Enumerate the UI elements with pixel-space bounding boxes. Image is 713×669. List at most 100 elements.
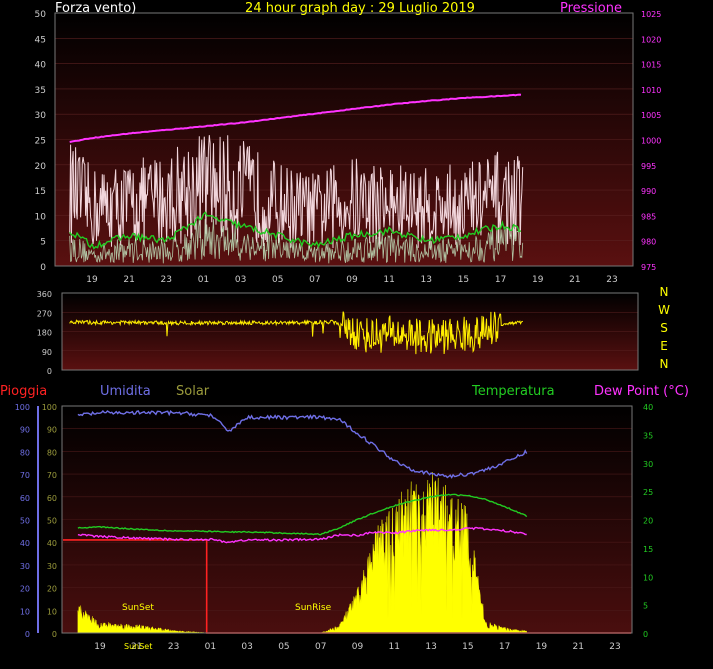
panel3-x-tick: 13 bbox=[425, 642, 436, 652]
panel1-right-tick: 1005 bbox=[641, 111, 661, 120]
panel1-left-tick: 40 bbox=[35, 61, 47, 71]
panel3-rain-tick: 90 bbox=[20, 426, 30, 435]
panel3-percent-tick: 40 bbox=[47, 539, 57, 548]
panel1-x-tick: 17 bbox=[495, 275, 506, 285]
panel1-right-tick: 1025 bbox=[641, 10, 661, 19]
panel1-x-tick: 15 bbox=[458, 275, 469, 285]
panel2-left-tick: 360 bbox=[37, 290, 52, 299]
panel1-right-tick: 995 bbox=[641, 162, 656, 171]
panel2-left-tick: 0 bbox=[47, 367, 52, 376]
panel3-temperature-tick: 30 bbox=[643, 460, 653, 469]
panel3-x-axis: 19 21 23 01 03 05 07 09 11 13 15 17 19 21 23 bbox=[94, 642, 620, 652]
panel1-right-tick: 990 bbox=[641, 187, 656, 196]
panel1-right-tick: 985 bbox=[641, 212, 656, 221]
panel2-left-axis: 0 90 180 270 360 bbox=[37, 290, 52, 376]
panel3-temperature-tick: 40 bbox=[643, 403, 653, 412]
panel3-percent-tick: 90 bbox=[47, 426, 57, 435]
panel3-percent-tick: 30 bbox=[47, 562, 57, 571]
panel3-rain-tick: 0 bbox=[25, 630, 30, 639]
panel1-left-tick: 35 bbox=[35, 86, 46, 96]
panel2-left-tick: 90 bbox=[42, 348, 52, 357]
panel3-percent-tick: 70 bbox=[47, 471, 57, 480]
panel3-percent-tick: 10 bbox=[47, 607, 57, 616]
panel3-x-tick: 23 bbox=[609, 642, 620, 652]
compass-letter: W bbox=[658, 303, 670, 317]
panel3-x-tick: 09 bbox=[352, 642, 364, 652]
panel1-left-tick: 15 bbox=[35, 187, 46, 197]
panel1-x-tick: 19 bbox=[532, 275, 544, 285]
compass-letter: E bbox=[660, 339, 668, 353]
sunset-axis-label: SunSet bbox=[124, 642, 152, 651]
panel3-rain-axis: 0 10 20 30 40 50 60 70 80 90 100 bbox=[15, 403, 30, 639]
sunset-label: SunSet bbox=[122, 603, 154, 613]
panel3-x-tick: 03 bbox=[241, 642, 252, 652]
compass-letter: N bbox=[660, 357, 669, 371]
panel1-right-tick: 980 bbox=[641, 238, 656, 247]
panel3-temperature-tick: 10 bbox=[643, 573, 653, 582]
panel1-left-tick: 20 bbox=[35, 162, 47, 172]
panel3-percent-axis: 0 10 20 30 40 50 60 70 80 90 100 bbox=[42, 403, 57, 639]
panel1-left-tick: 50 bbox=[35, 10, 47, 20]
panel1-left-tick: 0 bbox=[40, 263, 46, 273]
panel3-percent-tick: 60 bbox=[47, 494, 57, 503]
compass-letter: N bbox=[660, 285, 669, 299]
panel3-x-tick: 23 bbox=[168, 642, 179, 652]
panel1-x-tick: 23 bbox=[606, 275, 617, 285]
panel3-temperature-tick: 15 bbox=[643, 545, 653, 554]
panel3-rain-tick: 60 bbox=[20, 494, 30, 503]
panel1-left-tick: 45 bbox=[35, 35, 46, 45]
panel1-left-tick: 25 bbox=[35, 137, 46, 147]
panel1-x-tick: 01 bbox=[198, 275, 209, 285]
panel1-left-label: Forza vento) bbox=[55, 1, 136, 16]
panel1-x-tick: 03 bbox=[235, 275, 246, 285]
panel1-right-tick: 975 bbox=[641, 263, 656, 272]
panel3-temperature-tick: 25 bbox=[643, 488, 653, 497]
panel3-rain-tick: 70 bbox=[20, 471, 30, 480]
panel3-x-tick: 07 bbox=[315, 642, 326, 652]
panel3-rain-tick: 30 bbox=[20, 562, 30, 571]
panel3-rain-tick: 10 bbox=[20, 607, 30, 616]
sunrise-label: SunRise bbox=[295, 603, 332, 613]
panel1-right-tick: 1020 bbox=[641, 35, 661, 44]
panel1-x-tick: 21 bbox=[123, 275, 134, 285]
panel3-rain-tick: 80 bbox=[20, 448, 30, 457]
panel3-x-tick: 19 bbox=[536, 642, 548, 652]
panel3-x-tick: 05 bbox=[278, 642, 289, 652]
panel1-right-label: Pressione bbox=[560, 1, 622, 16]
panel1-x-tick: 19 bbox=[86, 275, 98, 285]
panel3-x-tick: 17 bbox=[499, 642, 510, 652]
panel1-right-tick: 1010 bbox=[641, 86, 661, 95]
panel1-right-tick: 1015 bbox=[641, 61, 661, 70]
panel2-left-tick: 270 bbox=[37, 309, 52, 318]
panel3-percent-tick: 0 bbox=[52, 630, 57, 639]
panel3-rain-tick: 40 bbox=[20, 539, 30, 548]
panel3-percent-tick: 100 bbox=[42, 403, 57, 412]
panel1-x-tick: 05 bbox=[272, 275, 283, 285]
panel1-x-axis: 19 21 23 01 03 05 07 09 11 13 15 17 19 21 23 bbox=[86, 275, 617, 285]
dewpoint-label: Dew Point (°C) bbox=[594, 384, 689, 399]
panel3-percent-tick: 20 bbox=[47, 585, 57, 594]
panel1-left-tick: 5 bbox=[40, 238, 46, 248]
weather-graph: Forza vento) 24 hour graph day : 29 Lugl… bbox=[0, 1, 689, 652]
humidity-label: Umidita bbox=[100, 384, 151, 399]
panel1-left-tick: 10 bbox=[35, 212, 47, 222]
panel3-temperature-tick: 20 bbox=[643, 517, 653, 526]
panel3-temperature-tick: 5 bbox=[643, 602, 648, 611]
panel3-percent-tick: 80 bbox=[47, 448, 57, 457]
panel3-x-tick: 11 bbox=[389, 642, 400, 652]
rain-label: Pioggia bbox=[0, 384, 47, 399]
panel3-x-tick: 01 bbox=[205, 642, 216, 652]
panel3-x-tick: 19 bbox=[94, 642, 106, 652]
panel3-temperature-tick: 0 bbox=[643, 630, 648, 639]
compass-letter: S bbox=[660, 321, 668, 335]
panel3-temperature-axis: 0 5 10 15 20 25 30 35 40 bbox=[643, 403, 653, 639]
panel2-compass: NWSEN bbox=[658, 285, 670, 371]
panel1-right-tick: 1000 bbox=[641, 137, 661, 146]
solar-label: Solar bbox=[176, 384, 210, 399]
panel1-right-axis: 975 980 985 990 995 1000 1005 1010 1015 1020 1025 bbox=[641, 10, 661, 272]
panel3-rain-tick: 50 bbox=[20, 517, 30, 526]
panel3-x-tick: 21 bbox=[572, 642, 583, 652]
panel2-left-tick: 180 bbox=[37, 329, 52, 338]
panel1-x-tick: 23 bbox=[161, 275, 172, 285]
panel1-left-axis: 0 5 10 15 20 25 30 35 40 45 50 bbox=[35, 10, 47, 273]
